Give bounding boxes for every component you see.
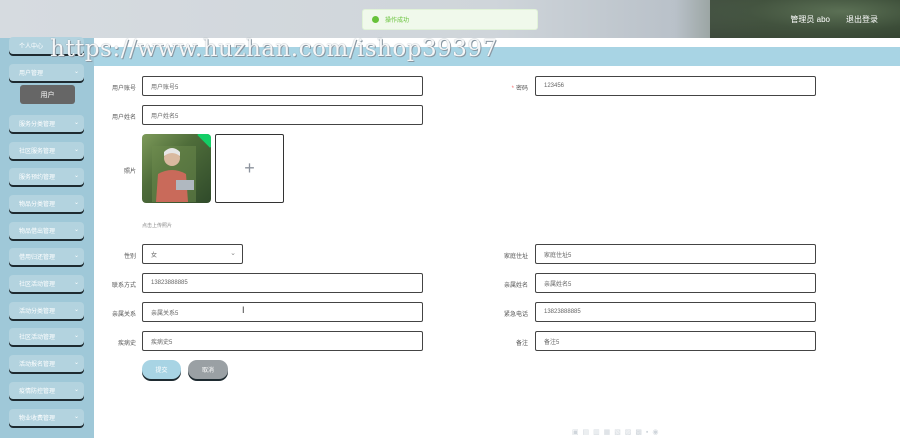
account-label: 用户账号 — [111, 86, 136, 92]
sidebar-item-property-fee[interactable]: 物业收费管理 ⌄ — [9, 409, 84, 426]
cancel-button[interactable]: 取消 — [188, 360, 228, 379]
password-label: * 密码 — [511, 86, 528, 92]
phone-input[interactable]: 13823888885 — [142, 273, 423, 293]
sidebar-item-label: 活动分类管理 — [19, 309, 56, 315]
phone-label: 联系方式 — [111, 283, 136, 289]
sidebar-item-return[interactable]: 借用归还管理 ⌄ — [9, 248, 84, 265]
toast-message: 操作成功 — [385, 18, 410, 24]
relation-input[interactable]: 亲属关系5 — [142, 302, 423, 322]
name-input[interactable]: 用户姓名5 — [142, 105, 423, 125]
account-input[interactable]: 用户账号5 — [142, 76, 423, 96]
medical-label: 疾病史 — [117, 341, 136, 347]
relation-label: 亲属关系 — [111, 312, 136, 318]
emergency-phone-label: 紧急电话 — [503, 312, 528, 318]
logout-link[interactable]: 退出登录 — [846, 14, 878, 25]
sidebar-item-label: 个人中心 — [19, 44, 44, 50]
chevron-down-icon: ⌄ — [73, 69, 79, 75]
sidebar-item-activity-signup[interactable]: 活动报名管理 ⌄ — [9, 355, 84, 372]
upload-hint: 点击上传照片 — [142, 223, 173, 229]
sidebar: 个人中心 用户管理 ⌄ 用户 服务分类管理 ⌄ 社区服务管理 ⌄ 服务预约管理 ⌄ 物品… — [0, 37, 94, 438]
remark-input[interactable]: 备注5 — [535, 331, 816, 351]
success-check-icon — [372, 16, 379, 23]
name-label: 用户姓名 — [111, 115, 136, 121]
sidebar-item-service-category[interactable]: 服务分类管理 ⌄ — [9, 115, 84, 132]
sidebar-item-user-management[interactable]: 用户管理 ⌄ — [9, 64, 84, 81]
sidebar-item-community-activity[interactable]: 社区活动管理 ⌄ — [9, 275, 84, 292]
chevron-down-icon: ⌄ — [73, 147, 79, 153]
sidebar-item-label: 借用归还管理 — [19, 255, 56, 261]
sidebar-item-item-lending[interactable]: 物品借出管理 ⌄ — [9, 222, 84, 239]
admin-user-label: 管理员 abo — [790, 15, 830, 24]
address-label: 家庭住址 — [503, 254, 528, 260]
upload-plus-button[interactable]: + — [215, 134, 284, 203]
sidebar-item-label: 服务预约管理 — [19, 175, 56, 181]
chevron-down-icon: ⌄ — [73, 227, 79, 233]
sidebar-item-label: 活动报名管理 — [19, 362, 56, 368]
medical-input[interactable]: 疾病史5 — [142, 331, 423, 351]
gender-select[interactable]: 女 ⌄ — [142, 244, 243, 264]
sidebar-item-community-activity-2[interactable]: 社区活动管理 ⌄ — [9, 328, 84, 345]
remark-label: 备注 — [515, 341, 528, 347]
password-input[interactable]: 123456 — [535, 76, 816, 96]
sidebar-item-item-category[interactable]: 物品分类管理 ⌄ — [9, 195, 84, 212]
emergency-phone-input[interactable]: 13823888885 — [535, 302, 816, 322]
gender-label: 性别 — [123, 254, 136, 260]
chevron-down-icon: ⌄ — [73, 387, 79, 393]
sidebar-item-label: 物品借出管理 — [19, 229, 56, 235]
chevron-down-icon: ⌄ — [73, 200, 79, 206]
upload-success-badge — [197, 134, 211, 148]
sidebar-item-epidemic[interactable]: 疫情防控管理 ⌄ — [9, 382, 84, 399]
watermark-text: https://www.huzhan.com/ishop39397 — [50, 36, 498, 62]
toolbar-icons: ▣ ▤ ▥ ▦ ▧ ▨ ▩ ▪ ◉ — [572, 429, 660, 436]
sidebar-item-label: 物业收费管理 — [19, 416, 56, 422]
text-cursor-icon: I — [242, 305, 245, 315]
sidebar-item-community-service[interactable]: 社区服务管理 ⌄ — [9, 142, 84, 159]
chevron-down-icon: ⌄ — [230, 250, 236, 257]
sidebar-item-label: 疫情防控管理 — [19, 389, 56, 395]
sidebar-item-label: 服务分类管理 — [19, 122, 56, 128]
person-photo-image — [152, 146, 196, 202]
relative-name-label: 亲属姓名 — [503, 283, 528, 289]
sidebar-item-label: 用户管理 — [19, 71, 44, 77]
gender-value: 女 — [151, 252, 158, 259]
sidebar-subitem-user[interactable]: 用户 — [20, 85, 75, 104]
sidebar-item-label: 社区服务管理 — [19, 149, 56, 155]
uploaded-photo[interactable] — [142, 134, 211, 203]
plus-icon: + — [244, 158, 255, 178]
sidebar-item-label: 社区活动管理 — [19, 335, 56, 341]
submit-button[interactable]: 提交 — [142, 360, 181, 379]
address-input[interactable]: 家庭住址5 — [535, 244, 816, 264]
sidebar-item-activity-category[interactable]: 活动分类管理 ⌄ — [9, 302, 84, 319]
photo-label: 照片 — [123, 169, 136, 175]
relative-name-input[interactable]: 亲属姓名5 — [535, 273, 816, 293]
sidebar-item-label: 物品分类管理 — [19, 202, 56, 208]
sidebar-item-label: 社区活动管理 — [19, 282, 56, 288]
success-toast: 操作成功 — [362, 9, 538, 30]
chevron-down-icon: ⌄ — [73, 414, 79, 420]
sidebar-item-service-booking[interactable]: 服务预约管理 ⌄ — [9, 168, 84, 185]
chevron-down-icon: ⌄ — [73, 360, 79, 366]
